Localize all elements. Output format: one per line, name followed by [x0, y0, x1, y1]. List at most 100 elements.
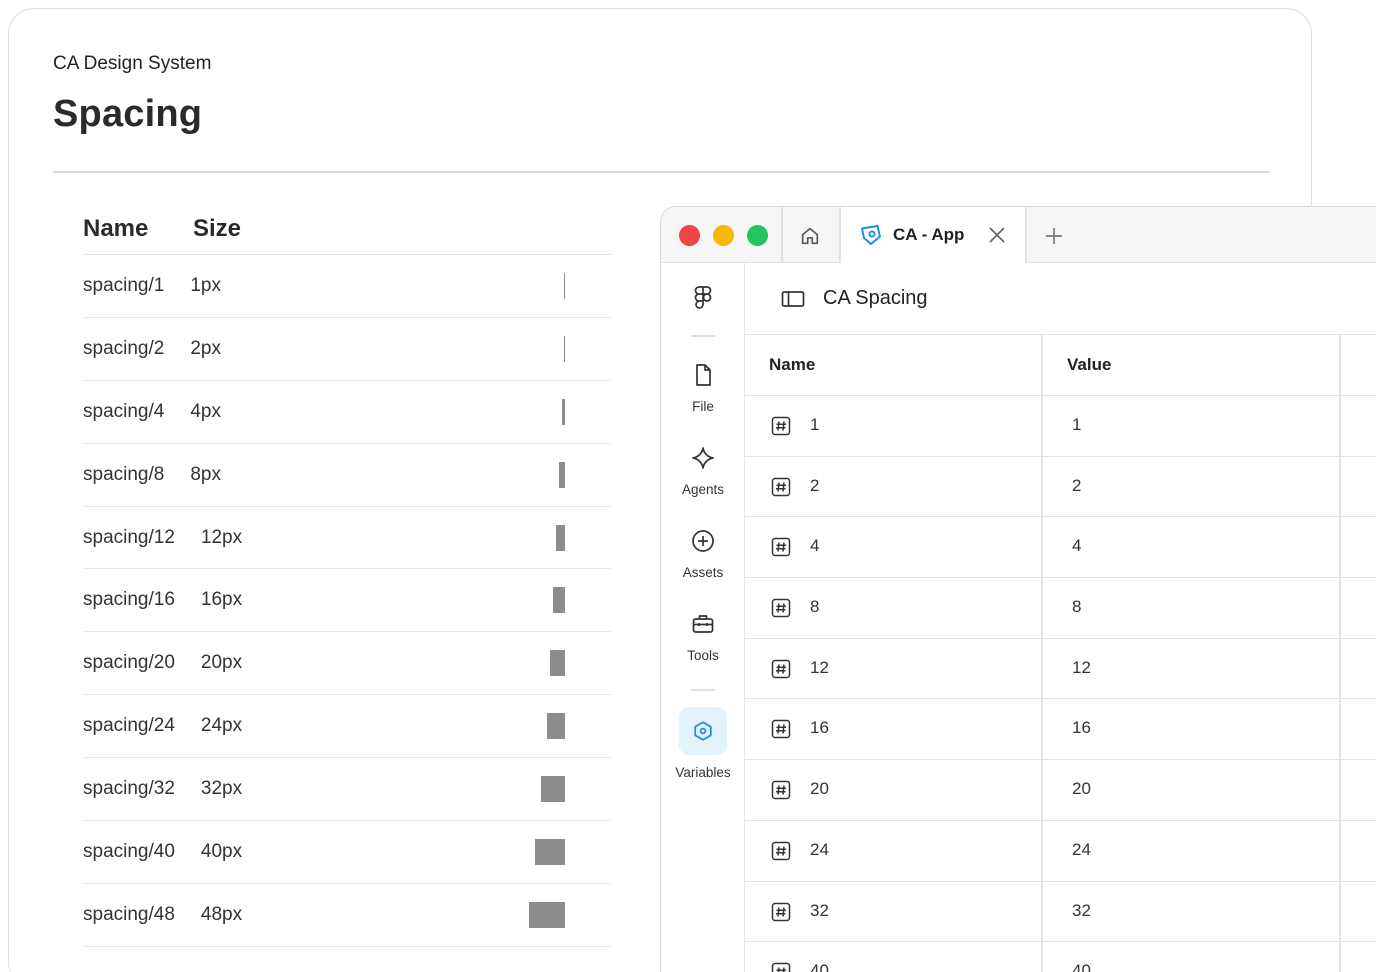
column-header-name[interactable]: Name [769, 355, 815, 375]
variable-row[interactable]: 88 [745, 578, 1376, 639]
variables-table: Name Value 1 1 2 2 4 4 8 8 12 12 16 16 20 20 24 24 32 32 4… [745, 335, 1376, 972]
variable-value[interactable]: 40 [1072, 961, 1091, 972]
variable-name: 16 [810, 718, 829, 738]
variable-value[interactable]: 24 [1072, 840, 1091, 860]
spec-token-name: spacing/4 [83, 400, 165, 422]
doc-subtitle: CA Design System [53, 53, 212, 74]
spec-token-name: spacing/32 [83, 778, 175, 800]
sidebar-toggle-icon[interactable] [781, 290, 805, 308]
spec-token-size: 48px [200, 903, 243, 925]
spec-token-name: spacing/20 [83, 652, 175, 674]
variable-row[interactable]: 24 24 [745, 821, 1376, 882]
variable-value[interactable]: 20 [1072, 779, 1091, 799]
spec-token-size: 16px [200, 589, 243, 611]
close-tab-icon[interactable] [987, 225, 1007, 245]
spec-token-size: 4px [190, 400, 221, 422]
spec-token-name: spacing/8 [83, 463, 165, 485]
number-variable-icon [771, 780, 791, 800]
spec-token-name: spacing/48 [83, 903, 175, 925]
number-variable-icon [771, 416, 791, 436]
variable-name: 24 [810, 839, 829, 859]
variable-value[interactable]: 2 [1072, 476, 1081, 496]
variable-value[interactable]: 8 [1072, 597, 1081, 617]
variable-value[interactable]: 16 [1072, 718, 1091, 738]
sidebar-item-file[interactable]: File [661, 363, 745, 414]
tab-ca-app[interactable]: CA - App [841, 207, 1025, 263]
spec-token-size: 12px [200, 526, 243, 548]
spacing-preview-bar [563, 335, 565, 362]
variable-value[interactable]: 1 [1072, 415, 1081, 435]
variable-row[interactable]: 16 16 [745, 699, 1376, 761]
tab-label: CA - App [893, 225, 965, 244]
sidebar-label-tools: Tools [687, 648, 719, 663]
sidebar-item-variables[interactable]: Variables [661, 707, 745, 780]
spacing-preview-bar [553, 587, 565, 614]
spec-table-header: Name Size [83, 203, 611, 255]
variable-name: 12 [810, 657, 829, 677]
spec-token-name: spacing/24 [83, 715, 175, 737]
variable-row[interactable]: 40 40 [745, 942, 1376, 972]
variable-name: 2 [810, 475, 820, 495]
variable-row[interactable]: 22 [745, 457, 1376, 518]
variable-value[interactable]: 4 [1072, 536, 1081, 556]
sidebar-label-agents: Agents [681, 482, 725, 497]
spacing-preview-bar [550, 650, 565, 677]
variable-row[interactable]: 44 [745, 517, 1376, 579]
spec-row: spacing/12 12px [83, 507, 611, 570]
variable-row[interactable]: 11 [745, 396, 1376, 457]
minimize-window-button[interactable] [713, 225, 734, 246]
spec-token-size: 24px [200, 715, 243, 737]
spec-header-size: Size [193, 214, 242, 242]
sidebar: File Agents Assets Tools Variables [661, 263, 745, 972]
spacing-preview-bar [556, 524, 565, 551]
toolbox-icon [692, 615, 714, 633]
doc-divider [53, 171, 1269, 173]
spec-row: spacing/32 32px [83, 758, 611, 822]
spec-token-size: 1px [190, 274, 221, 296]
number-variable-icon [771, 659, 791, 678]
sidebar-item-tools[interactable]: Tools [661, 612, 745, 663]
variable-value[interactable]: 32 [1072, 901, 1091, 921]
number-variable-icon [771, 538, 791, 557]
figma-logo-icon[interactable] [691, 285, 715, 311]
column-header-value[interactable]: Value [1067, 355, 1111, 375]
spacing-preview-bar [559, 461, 565, 488]
spec-row: spacing/40 40px [83, 821, 611, 884]
spec-token-name: spacing/40 [83, 840, 175, 862]
content-header: CA Spacing [745, 263, 1376, 335]
variable-name: 32 [810, 900, 829, 920]
titlebar-divider [1025, 207, 1027, 263]
home-button[interactable] [797, 223, 823, 249]
page-title: CA Spacing [823, 287, 928, 309]
variable-value[interactable]: 12 [1072, 658, 1091, 678]
close-window-button[interactable] [679, 225, 700, 246]
sparkle-icon [692, 447, 714, 469]
file-icon [696, 364, 711, 386]
sidebar-label-file: File [692, 399, 714, 414]
spec-row: spacing/4 4px [83, 381, 611, 444]
spec-token-size: 20px [200, 652, 243, 674]
spec-row: spacing/1 1px [83, 255, 611, 318]
spacing-preview-bar [563, 272, 565, 299]
number-variable-icon [771, 962, 791, 972]
sidebar-divider [691, 689, 715, 691]
spec-token-size: 40px [200, 840, 243, 862]
spec-token-name: spacing/12 [83, 526, 175, 548]
sidebar-item-assets[interactable]: Assets [661, 529, 745, 580]
spacing-preview-bar [535, 838, 565, 865]
new-tab-button[interactable] [1041, 223, 1067, 249]
number-variable-icon [771, 902, 791, 921]
titlebar-divider [781, 207, 783, 263]
home-icon [801, 227, 819, 245]
variables-icon [694, 721, 712, 741]
spec-row: spacing/8 8px [83, 444, 611, 507]
maximize-window-button[interactable] [747, 225, 768, 246]
variable-row[interactable]: 20 20 [745, 760, 1376, 821]
main-content: CA Spacing Name Value 1 1 2 2 4 4 8 8 12 12 16 16 20… [745, 263, 1376, 972]
plus-icon [1046, 228, 1062, 244]
variable-row[interactable]: 12 12 [745, 639, 1376, 700]
spacing-preview-bar [562, 398, 565, 425]
variable-row[interactable]: 32 32 [745, 882, 1376, 943]
sidebar-item-agents[interactable]: Agents [661, 446, 745, 497]
spacing-preview-bar [547, 713, 565, 740]
